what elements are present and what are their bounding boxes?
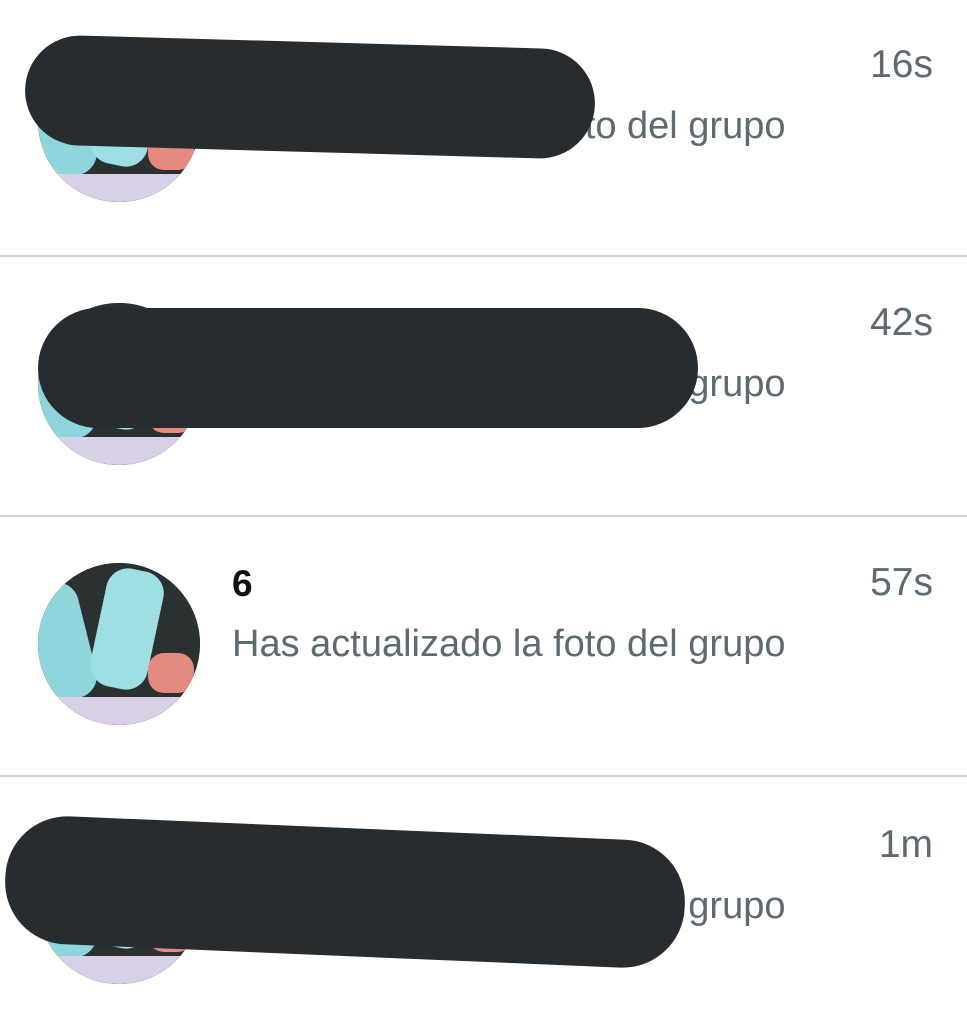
row-divider bbox=[0, 255, 967, 257]
conversation-row[interactable]: Has actualizado la foto del grupo 16s bbox=[0, 0, 967, 256]
conversation-list: Has actualizado la foto del grupo 16s Ha… bbox=[0, 0, 967, 1034]
row-divider bbox=[0, 515, 967, 517]
conversation-row[interactable]: Has actualizado la foto del grupo 42s bbox=[0, 258, 967, 514]
conversation-time: 16s bbox=[870, 43, 933, 86]
row-divider bbox=[0, 775, 967, 777]
conversation-title: 6 bbox=[232, 563, 253, 604]
conversation-row[interactable]: Has actualizado la foto del grupo 1m bbox=[0, 778, 967, 1034]
conversation-message: Has actualizado la foto del grupo bbox=[232, 623, 786, 665]
conversation-row[interactable]: 6 Has actualizado la foto del grupo 57s bbox=[0, 518, 967, 774]
redaction-mark bbox=[23, 34, 597, 160]
group-avatar-icon[interactable] bbox=[38, 563, 200, 725]
conversation-time: 42s bbox=[870, 301, 933, 344]
conversation-time: 1m bbox=[878, 823, 933, 866]
conversation-time: 57s bbox=[870, 561, 933, 604]
redaction-mark bbox=[38, 308, 698, 428]
